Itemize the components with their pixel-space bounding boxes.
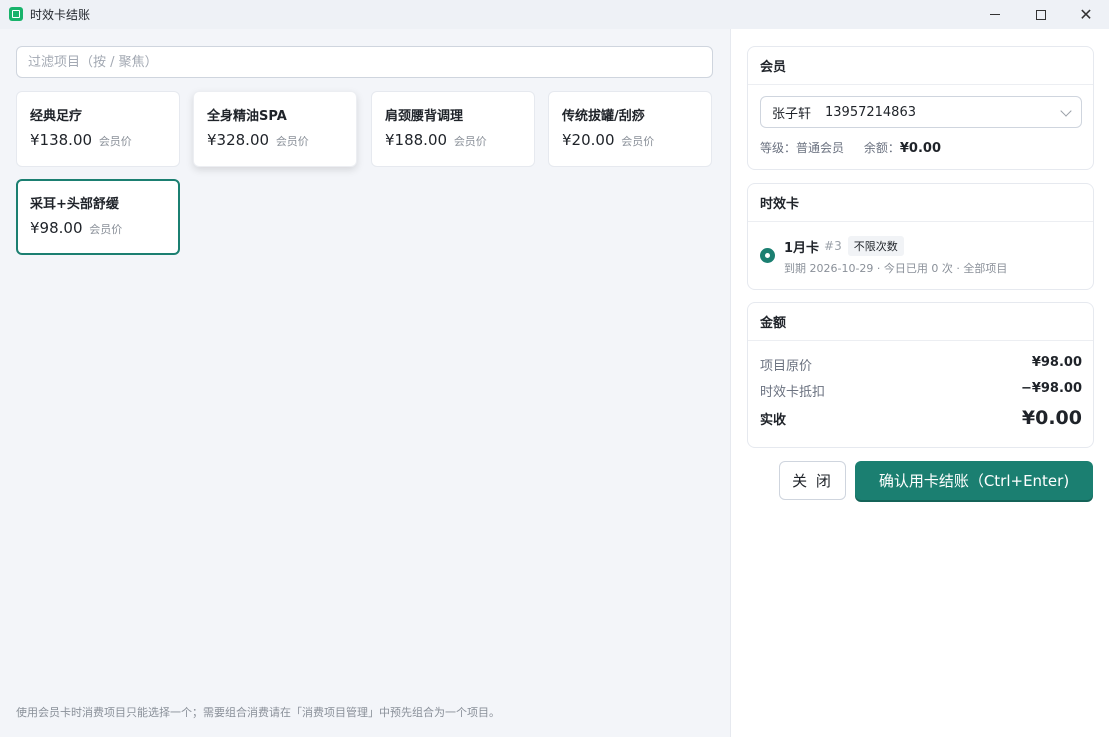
item-price: ¥328.00 bbox=[207, 131, 270, 149]
item-name: 肩颈腰背调理 bbox=[385, 109, 464, 124]
confirm-checkout-button[interactable]: 确认用卡结账（Ctrl+Enter) bbox=[855, 461, 1093, 500]
close-icon: ✕ bbox=[1079, 4, 1093, 24]
item-name: 传统拔罐/刮痧 bbox=[562, 109, 645, 124]
deduction-value: −¥98.00 bbox=[1020, 381, 1082, 396]
minimize-icon bbox=[990, 14, 1000, 15]
original-price-row: 项目原价 ¥98.00 bbox=[760, 355, 1082, 374]
original-price-label: 项目原价 bbox=[760, 359, 813, 374]
item-card[interactable]: 肩颈腰背调理 ¥188.00 会员价 bbox=[371, 91, 535, 167]
timecard-name: 1月卡 bbox=[784, 240, 820, 256]
total-row: 实收 ¥0.00 bbox=[760, 407, 1082, 429]
item-card-selected[interactable]: 采耳+头部舒缓 ¥98.00 会员价 bbox=[16, 179, 180, 255]
item-card[interactable]: 经典足疗 ¥138.00 会员价 bbox=[16, 91, 180, 167]
maximize-icon bbox=[1036, 9, 1046, 20]
total-label: 实收 bbox=[760, 412, 787, 428]
item-price: ¥138.00 bbox=[30, 131, 93, 149]
timecard-heading: 时效卡 bbox=[748, 184, 1093, 222]
item-price: ¥98.00 bbox=[30, 219, 83, 237]
original-price-value: ¥98.00 bbox=[1031, 355, 1082, 370]
member-price-tag: 会员价 bbox=[98, 135, 132, 148]
timecard-section: 时效卡 1月卡 #3 不限次数 到期 2026-10-29 · 今日已用 0 次… bbox=[747, 183, 1094, 290]
item-price: ¥188.00 bbox=[385, 131, 448, 149]
member-phone: 13957214863 bbox=[825, 104, 916, 120]
unlimited-badge: 不限次数 bbox=[847, 236, 904, 256]
level-label: 等级： bbox=[760, 141, 797, 155]
member-price-tag: 会员价 bbox=[89, 223, 123, 236]
balance-value: ¥0.00 bbox=[899, 141, 941, 156]
item-name: 采耳+头部舒缓 bbox=[30, 197, 119, 212]
items-panel: 经典足疗 ¥138.00 会员价 全身精油SPA ¥328.00 会员价 肩颈腰… bbox=[0, 29, 730, 737]
item-name: 全身精油SPA bbox=[207, 109, 287, 124]
item-price-row: ¥188.00 会员价 bbox=[385, 131, 521, 149]
amount-heading: 金额 bbox=[748, 303, 1093, 341]
amount-section: 金额 项目原价 ¥98.00 时效卡抵扣 −¥98.00 实收 ¥0.00 bbox=[747, 302, 1094, 448]
member-info: 等级：普通会员 余额：¥0.00 bbox=[760, 139, 941, 156]
usage-note: 使用会员卡时消费项目只能选择一个；需要组合消费请在「消费项目管理」中预先组合为一… bbox=[16, 706, 500, 719]
item-price-row: ¥98.00 会员价 bbox=[30, 219, 166, 237]
timecard-radio[interactable] bbox=[760, 248, 775, 263]
app-logo-icon bbox=[9, 7, 23, 21]
minimize-button[interactable] bbox=[972, 0, 1018, 29]
member-price-tag: 会员价 bbox=[621, 135, 655, 148]
member-section: 会员 张子轩 13957214863 等级：普通会员 余额：¥0.00 bbox=[747, 46, 1094, 170]
member-name: 张子轩 bbox=[772, 106, 812, 122]
member-select[interactable]: 张子轩 13957214863 bbox=[760, 96, 1082, 128]
timecard-title-row: 1月卡 #3 不限次数 bbox=[784, 236, 904, 256]
item-price-row: ¥328.00 会员价 bbox=[207, 131, 343, 149]
filter-input[interactable] bbox=[16, 46, 713, 78]
total-value: ¥0.00 bbox=[1021, 407, 1082, 429]
timecard-number: #3 bbox=[824, 239, 842, 253]
item-card[interactable]: 全身精油SPA ¥328.00 会员价 bbox=[193, 91, 357, 167]
member-heading: 会员 bbox=[748, 47, 1093, 85]
balance-label: 余额： bbox=[863, 141, 900, 155]
member-price-tag: 会员价 bbox=[453, 135, 487, 148]
title-bar: 时效卡结账 ✕ bbox=[0, 0, 1109, 29]
maximize-button[interactable] bbox=[1018, 0, 1064, 29]
checkout-panel: 会员 张子轩 13957214863 等级：普通会员 余额：¥0.00 时效卡 … bbox=[730, 29, 1109, 737]
item-card[interactable]: 传统拔罐/刮痧 ¥20.00 会员价 bbox=[548, 91, 712, 167]
item-name: 经典足疗 bbox=[30, 109, 83, 124]
member-price-tag: 会员价 bbox=[275, 135, 309, 148]
item-price: ¥20.00 bbox=[562, 131, 615, 149]
deduction-row: 时效卡抵扣 −¥98.00 bbox=[760, 381, 1082, 400]
timecard-detail: 到期 2026-10-29 · 今日已用 0 次 · 全部项目 bbox=[784, 262, 1008, 275]
level-value: 普通会员 bbox=[796, 141, 845, 155]
item-price-row: ¥20.00 会员价 bbox=[562, 131, 698, 149]
window-title: 时效卡结账 bbox=[30, 8, 91, 22]
chevron-down-icon bbox=[1060, 105, 1072, 117]
item-price-row: ¥138.00 会员价 bbox=[30, 131, 166, 149]
close-window-button[interactable]: ✕ bbox=[1063, 0, 1109, 29]
close-button[interactable]: 关 闭 bbox=[779, 461, 846, 500]
deduction-label: 时效卡抵扣 bbox=[760, 385, 826, 400]
